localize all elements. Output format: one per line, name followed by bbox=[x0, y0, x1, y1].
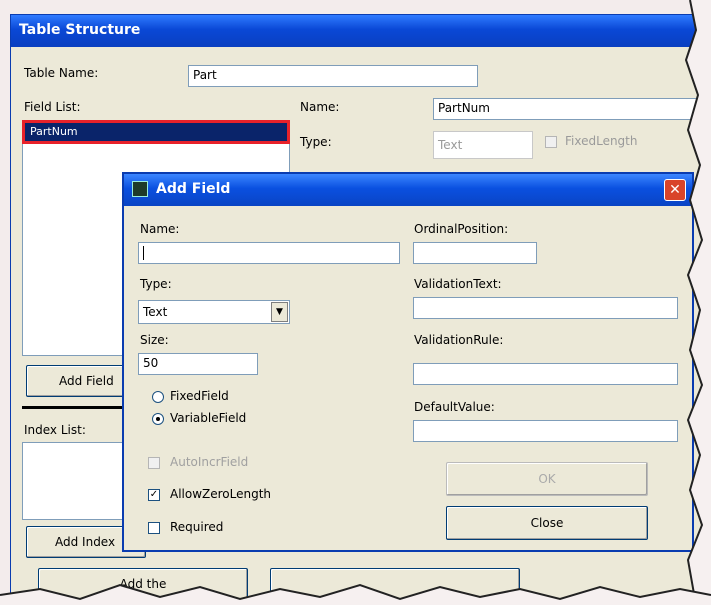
index-list[interactable] bbox=[22, 442, 132, 520]
bg-type-label: Type: bbox=[300, 135, 332, 149]
default-value-label: DefaultValue: bbox=[414, 400, 495, 414]
add-field-title: Add Field bbox=[156, 181, 231, 197]
ordinal-position-label: OrdinalPosition: bbox=[414, 222, 509, 236]
bg-name-input[interactable]: PartNum bbox=[433, 98, 699, 120]
validation-rule-input[interactable] bbox=[413, 363, 678, 385]
allow-zero-length-label: AllowZeroLength bbox=[170, 487, 272, 501]
table-structure-titlebar: Table Structure bbox=[11, 15, 701, 47]
chevron-down-icon[interactable]: ▼ bbox=[271, 302, 288, 322]
table-name-label: Table Name: bbox=[24, 66, 99, 80]
type-select[interactable]: Text bbox=[138, 300, 290, 324]
ordinal-position-input[interactable] bbox=[413, 242, 537, 264]
close-button[interactable]: Close bbox=[446, 506, 648, 540]
bg-type-select[interactable]: Text bbox=[433, 131, 533, 159]
variable-field-label: VariableField bbox=[170, 411, 247, 425]
divider bbox=[22, 406, 132, 409]
size-input[interactable]: 50 bbox=[138, 353, 258, 375]
fixed-field-label: FixedField bbox=[170, 389, 229, 403]
size-label: Size: bbox=[140, 333, 169, 347]
type-label: Type: bbox=[140, 277, 172, 291]
torn-edge-bottom bbox=[0, 583, 711, 605]
table-structure-title: Table Structure bbox=[19, 22, 141, 38]
field-list-item-label: PartNum bbox=[30, 125, 78, 138]
field-list-item[interactable]: PartNum bbox=[22, 120, 290, 144]
required-label: Required bbox=[170, 520, 224, 534]
default-value-input[interactable] bbox=[413, 420, 678, 442]
ok-button[interactable]: OK bbox=[446, 462, 648, 496]
table-name-input[interactable]: Part bbox=[188, 65, 478, 87]
index-list-label: Index List: bbox=[24, 423, 86, 437]
name-label: Name: bbox=[140, 222, 180, 236]
bg-name-label: Name: bbox=[300, 100, 340, 114]
add-field-titlebar: Add Field ✕ bbox=[124, 174, 692, 206]
validation-text-input[interactable] bbox=[413, 297, 678, 319]
validation-rule-label: ValidationRule: bbox=[414, 333, 504, 347]
fixed-length-label: FixedLength bbox=[565, 134, 638, 148]
app-icon bbox=[132, 181, 148, 197]
radio-selected-dot bbox=[156, 417, 160, 421]
fixed-field-radio[interactable] bbox=[152, 391, 164, 403]
fixed-length-checkbox[interactable] bbox=[545, 136, 557, 148]
text-cursor bbox=[143, 246, 144, 260]
auto-incr-label: AutoIncrField bbox=[170, 455, 249, 469]
validation-text-label: ValidationText: bbox=[414, 277, 502, 291]
field-list-label: Field List: bbox=[24, 100, 81, 114]
variable-field-radio[interactable] bbox=[152, 413, 164, 425]
torn-edge-right bbox=[684, 0, 711, 605]
auto-incr-checkbox[interactable] bbox=[148, 457, 160, 469]
allow-zero-length-checkbox[interactable]: ✓ bbox=[148, 489, 160, 501]
required-checkbox[interactable] bbox=[148, 522, 160, 534]
name-input[interactable] bbox=[138, 242, 400, 264]
